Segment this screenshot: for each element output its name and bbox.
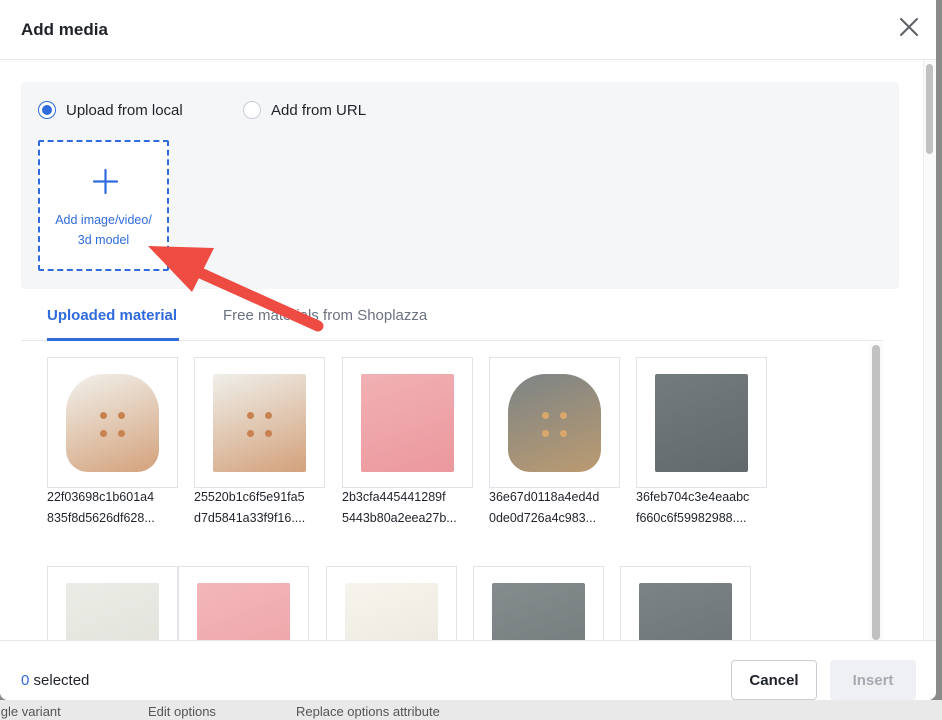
modal-scrollbar-thumb[interactable] bbox=[926, 64, 933, 154]
modal-body: Upload from local Add from URL Add image… bbox=[0, 60, 936, 640]
material-thumbnail[interactable] bbox=[473, 566, 604, 640]
add-media-modal: Add media Upload from local Add from URL… bbox=[0, 0, 936, 700]
material-filename-line2: d7d5841a33f9f16.... bbox=[194, 511, 306, 525]
tab-uploaded-material[interactable]: Uploaded material bbox=[47, 307, 177, 324]
product-image bbox=[213, 374, 306, 472]
radio-unchecked-icon bbox=[243, 101, 261, 119]
material-thumbnail[interactable] bbox=[342, 357, 473, 488]
background-page-strip: Single variant Edit options Replace opti… bbox=[0, 700, 942, 720]
material-filename-line1: 2b3cfa445441289f bbox=[342, 490, 446, 504]
material-filename-line1: 25520b1c6f5e91fa5 bbox=[194, 490, 305, 504]
material-thumbnail[interactable] bbox=[636, 357, 767, 488]
button-detail bbox=[100, 430, 107, 437]
grid-scrollbar-thumb[interactable] bbox=[872, 345, 880, 640]
product-image bbox=[361, 374, 454, 472]
plus-icon bbox=[92, 168, 119, 195]
material-filename-line2: 835f8d5626df628... bbox=[47, 511, 155, 525]
button-detail bbox=[265, 412, 272, 419]
button-detail bbox=[560, 412, 567, 419]
active-tab-indicator bbox=[47, 338, 179, 341]
modal-title: Add media bbox=[21, 20, 108, 39]
button-detail bbox=[247, 412, 254, 419]
product-image bbox=[197, 583, 290, 640]
button-detail bbox=[542, 430, 549, 437]
product-image bbox=[66, 374, 159, 472]
dropzone-label-line1: Add image/video/ bbox=[55, 213, 152, 227]
selected-count: 0 selected bbox=[21, 672, 89, 689]
button-detail bbox=[118, 430, 125, 437]
product-image bbox=[655, 374, 748, 472]
material-thumbnail[interactable] bbox=[194, 357, 325, 488]
radio-label: Upload from local bbox=[66, 101, 183, 119]
button-detail bbox=[100, 412, 107, 419]
button-detail bbox=[247, 430, 254, 437]
selected-label: selected bbox=[33, 672, 90, 689]
material-filename-line1: 22f03698c1b601a4 bbox=[47, 490, 155, 504]
insert-button[interactable]: Insert bbox=[830, 660, 916, 700]
radio-checked-icon bbox=[38, 101, 56, 119]
cancel-button[interactable]: Cancel bbox=[731, 660, 817, 700]
backdrop-item-replace-options: Replace options attribute bbox=[296, 704, 440, 719]
tab-free-materials[interactable]: Free materials from Shoplazza bbox=[223, 307, 427, 324]
modal-footer: 0 selected Cancel Insert bbox=[0, 640, 936, 700]
dropzone-label-line2: 3d model bbox=[77, 233, 130, 247]
material-filename-line1: 36e67d0118a4ed4d bbox=[489, 490, 600, 504]
material-filename-line2: 0de0d726a4c983... bbox=[489, 511, 597, 525]
dropzone-label: Add image/video/ 3d model bbox=[40, 210, 167, 250]
button-detail bbox=[560, 430, 567, 437]
product-image bbox=[508, 374, 601, 472]
upload-panel: Upload from local Add from URL Add image… bbox=[21, 82, 899, 289]
backdrop-item-edit-options: Edit options bbox=[148, 704, 216, 719]
selected-number: 0 bbox=[21, 672, 30, 689]
modal-header: Add media bbox=[0, 0, 936, 60]
material-filename-line1: 36feb704c3e4eaabc bbox=[636, 490, 750, 504]
button-detail bbox=[265, 430, 272, 437]
product-image bbox=[492, 583, 585, 640]
product-image bbox=[66, 583, 159, 640]
close-icon[interactable] bbox=[896, 14, 922, 40]
add-media-dropzone[interactable]: Add image/video/ 3d model bbox=[38, 140, 169, 271]
material-thumbnail[interactable] bbox=[47, 357, 178, 488]
radio-add-from-url[interactable]: Add from URL bbox=[243, 101, 366, 119]
material-filename-line2: f660c6f59982988.... bbox=[636, 511, 747, 525]
backdrop-item-single-variant: Single variant bbox=[0, 704, 61, 719]
material-thumbnail[interactable] bbox=[326, 566, 457, 640]
material-thumbnail[interactable] bbox=[47, 566, 178, 640]
radio-upload-from-local[interactable]: Upload from local bbox=[38, 101, 183, 119]
radio-label: Add from URL bbox=[271, 101, 367, 119]
material-tabs: Uploaded material Free materials from Sh… bbox=[21, 289, 883, 341]
material-thumbnail[interactable] bbox=[178, 566, 309, 640]
product-image bbox=[345, 583, 438, 640]
material-thumbnail[interactable] bbox=[620, 566, 751, 640]
button-detail bbox=[118, 412, 125, 419]
material-filename-line2: 5443b80a2eea27b... bbox=[342, 511, 457, 525]
material-thumbnail[interactable] bbox=[489, 357, 620, 488]
product-image bbox=[639, 583, 732, 640]
button-detail bbox=[542, 412, 549, 419]
